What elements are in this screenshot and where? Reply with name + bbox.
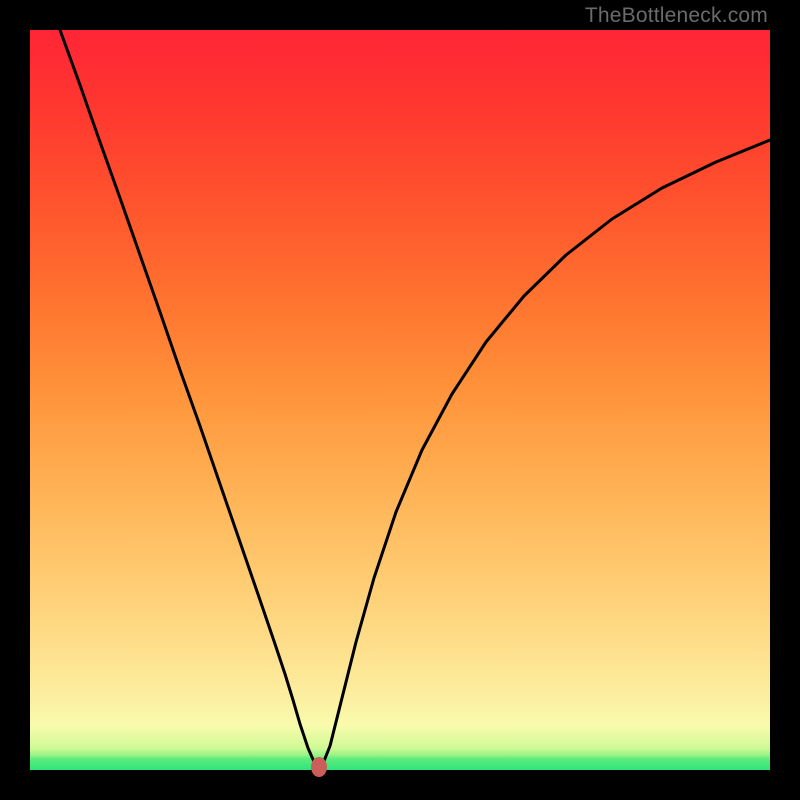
minimum-marker-dot — [311, 757, 327, 777]
bottleneck-curve-path — [60, 30, 770, 766]
attribution-text: TheBottleneck.com — [585, 4, 768, 28]
chart-frame: TheBottleneck.com — [0, 0, 800, 800]
chart-curve — [30, 30, 770, 770]
chart-plot-area — [30, 30, 770, 770]
